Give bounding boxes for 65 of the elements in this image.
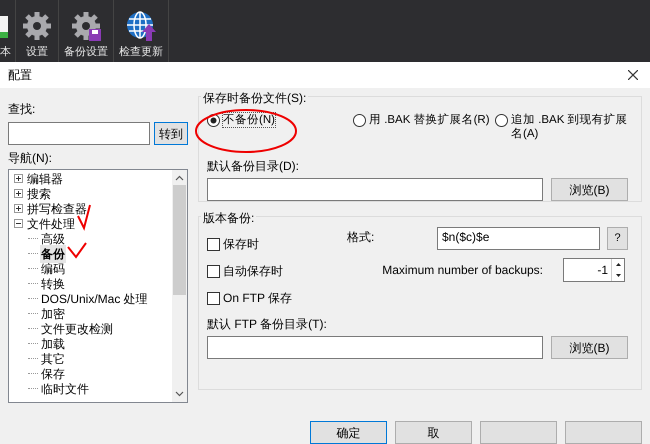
scroll-down-icon[interactable]: [175, 391, 184, 397]
radio-button[interactable]: [353, 114, 366, 127]
expander-icon[interactable]: [14, 189, 23, 198]
scroll-up-icon[interactable]: [175, 175, 184, 181]
tree-item[interactable]: 高级: [40, 230, 66, 248]
group-title: 保存时备份文件(S):: [201, 89, 308, 107]
expander-icon[interactable]: [14, 219, 23, 228]
check-mark: [77, 204, 91, 231]
expander-icon[interactable]: [14, 174, 23, 183]
go-button[interactable]: 转到: [154, 122, 188, 145]
tree-item[interactable]: 加载: [40, 334, 66, 352]
spinner-value: -1: [596, 262, 609, 279]
dialog-button[interactable]: 取: [395, 421, 472, 444]
radio-label[interactable]: 不备份(N): [223, 113, 275, 127]
gear-floppy-icon[interactable]: [70, 10, 102, 42]
toolbar-label[interactable]: 备份设置: [64, 44, 108, 60]
tree-item[interactable]: 保存: [40, 364, 66, 382]
close-icon[interactable]: [628, 70, 638, 80]
directory-field[interactable]: [207, 178, 543, 201]
format-label: 格式:: [347, 228, 376, 246]
checkbox[interactable]: [207, 264, 220, 278]
expander-icon[interactable]: [14, 204, 23, 213]
checkbox-label[interactable]: 自动保存时: [223, 262, 283, 280]
toolbar-label[interactable]: 设置: [26, 44, 48, 60]
format-field[interactable]: $n($c)$e: [437, 227, 600, 250]
tree-item[interactable]: 文件处理: [26, 214, 76, 232]
tree-item[interactable]: 搜索: [26, 184, 52, 202]
toolbar-label[interactable]: 本: [0, 44, 11, 60]
tree-item[interactable]: 编辑器: [26, 170, 64, 188]
globe-arrow-icon[interactable]: [125, 10, 157, 42]
tree-item[interactable]: 备份: [40, 244, 66, 262]
find-label: 查找:: [8, 101, 36, 118]
browse-button[interactable]: 浏览(B): [551, 336, 628, 359]
checkbox-label[interactable]: On FTP 保存: [223, 289, 292, 307]
radio-label[interactable]: 追加 .BAK 到现有扩展名(A): [511, 113, 631, 141]
ftp-directory-field[interactable]: [207, 336, 543, 359]
checkbox[interactable]: [207, 292, 220, 304]
directory-label: 默认备份目录(D):: [207, 158, 300, 175]
browse-button[interactable]: 浏览(B): [551, 178, 628, 201]
max-backups-label: Maximum number of backups:: [382, 262, 543, 279]
checkbox-label[interactable]: 保存时: [223, 235, 259, 253]
help-button[interactable]: ?: [607, 227, 628, 250]
settings-icon[interactable]: [21, 10, 53, 42]
navigation-label: 导航(N):: [8, 150, 53, 167]
check-mark: [67, 242, 87, 259]
backups-spinner[interactable]: -1: [563, 258, 625, 282]
ftp-directory-label: 默认 FTP 备份目录(T):: [207, 316, 328, 333]
checkbox[interactable]: [207, 238, 220, 250]
toolbar-label[interactable]: 检查更新: [119, 44, 163, 60]
group-title: 版本备份:: [201, 209, 256, 227]
tree-item[interactable]: 加密: [40, 304, 66, 322]
tree-item[interactable]: 文件更改检测: [40, 320, 114, 338]
scrollbar[interactable]: [172, 170, 187, 402]
tree-item[interactable]: DOS/Unix/Mac 处理: [40, 290, 149, 308]
tree-item[interactable]: 拼写检查器: [26, 200, 88, 218]
tree-item[interactable]: 转换: [40, 274, 66, 292]
tree-item[interactable]: 临时文件: [40, 380, 90, 398]
tree-item[interactable]: 其它: [40, 350, 66, 368]
find-field[interactable]: [8, 122, 150, 145]
window-title: 配置: [8, 67, 32, 84]
radio-label[interactable]: 用 .BAK 替换扩展名(R): [369, 113, 490, 127]
dialog-button[interactable]: 确定: [310, 421, 387, 444]
radio-button[interactable]: [495, 114, 508, 127]
scroll-thumb[interactable]: [173, 185, 186, 295]
tree-item[interactable]: 编码: [40, 260, 66, 278]
